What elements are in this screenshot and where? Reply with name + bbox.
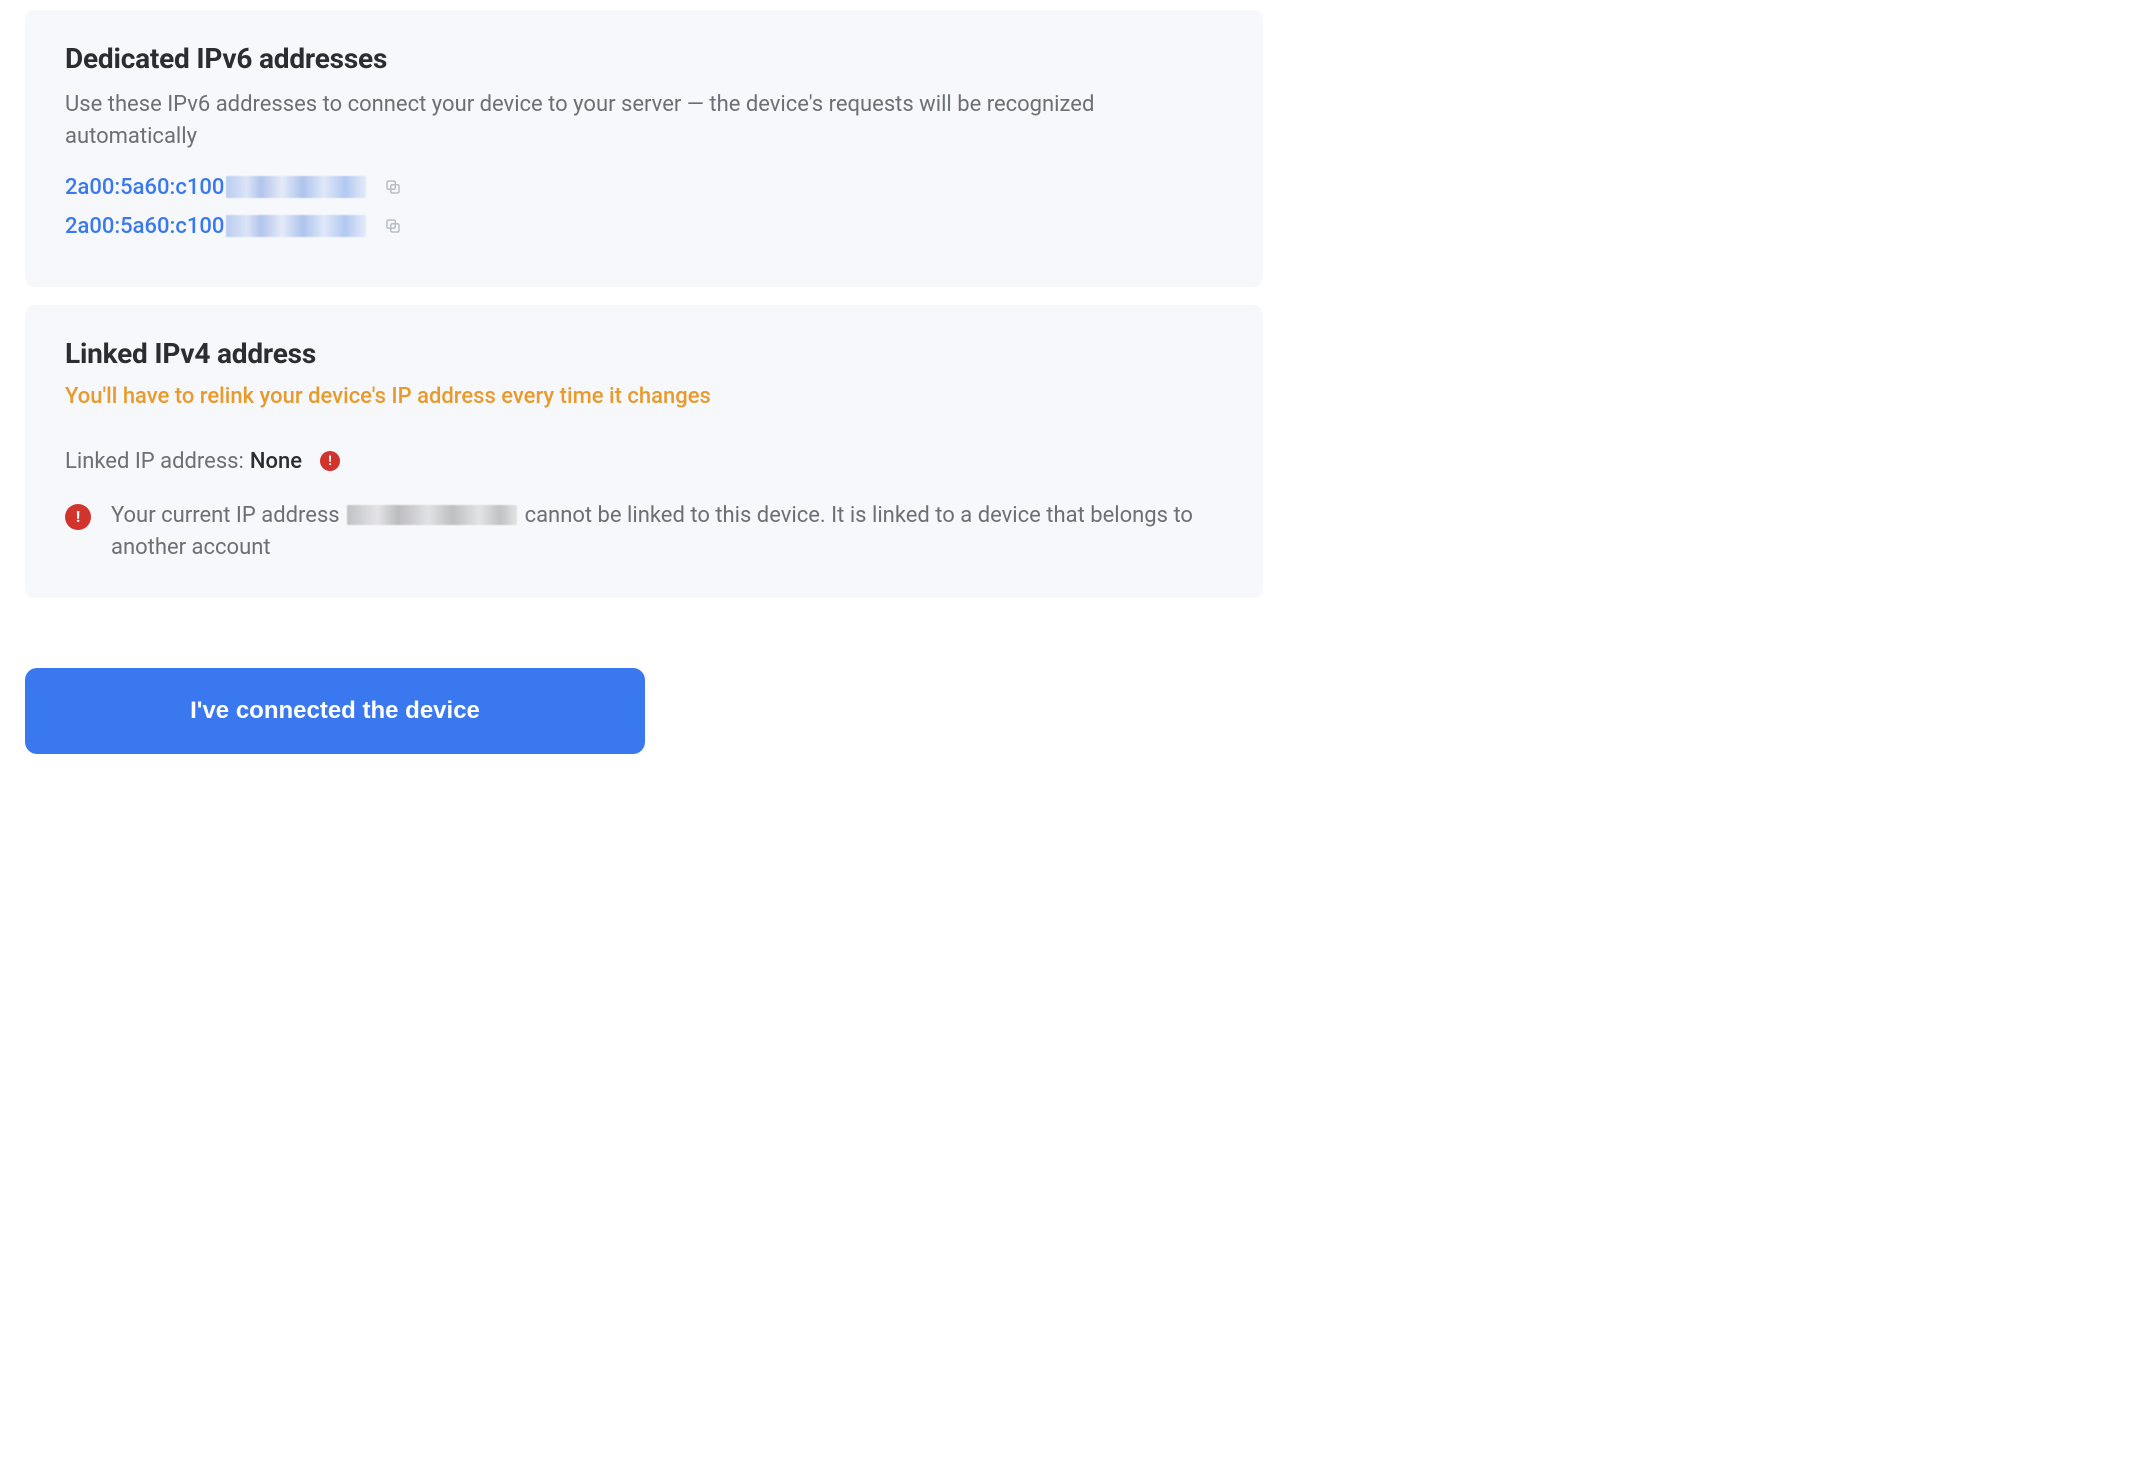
ipv4-error-prefix: Your current IP address (111, 503, 345, 528)
alert-icon: ! (320, 451, 340, 471)
ipv4-current-ip-redacted (347, 505, 517, 525)
linked-ip-value: None (250, 449, 302, 474)
ipv6-address-link[interactable]: 2a00:5a60:c100 (65, 214, 366, 239)
ipv6-description: Use these IPv6 addresses to connect your… (65, 89, 1223, 153)
ipv4-warning: You'll have to relink your device's IP a… (65, 384, 1223, 409)
ipv6-title: Dedicated IPv6 addresses (65, 42, 1223, 75)
ipv4-error-row: ! Your current IP address cannot be link… (65, 500, 1223, 564)
copy-icon[interactable] (384, 178, 402, 196)
ipv6-address-redacted (226, 215, 366, 237)
ipv6-address-prefix: 2a00:5a60:c100 (65, 175, 224, 200)
ipv6-address-row: 2a00:5a60:c100 (65, 175, 1223, 200)
alert-icon: ! (65, 504, 91, 530)
ipv6-card: Dedicated IPv6 addresses Use these IPv6 … (25, 10, 1263, 287)
linked-ip-label: Linked IP address: (65, 449, 244, 474)
linked-ip-line: Linked IP address: None ! (65, 449, 1223, 474)
ipv6-address-prefix: 2a00:5a60:c100 (65, 214, 224, 239)
action-area: I've connected the device (25, 668, 1263, 754)
ipv4-card: Linked IPv4 address You'll have to relin… (25, 305, 1263, 598)
connected-device-button[interactable]: I've connected the device (25, 668, 645, 754)
ipv6-address-link[interactable]: 2a00:5a60:c100 (65, 175, 366, 200)
copy-icon[interactable] (384, 217, 402, 235)
ipv6-address-redacted (226, 176, 366, 198)
ipv4-title: Linked IPv4 address (65, 337, 1223, 370)
ipv4-error-text: Your current IP address cannot be linked… (111, 500, 1223, 564)
ipv6-address-row: 2a00:5a60:c100 (65, 214, 1223, 239)
